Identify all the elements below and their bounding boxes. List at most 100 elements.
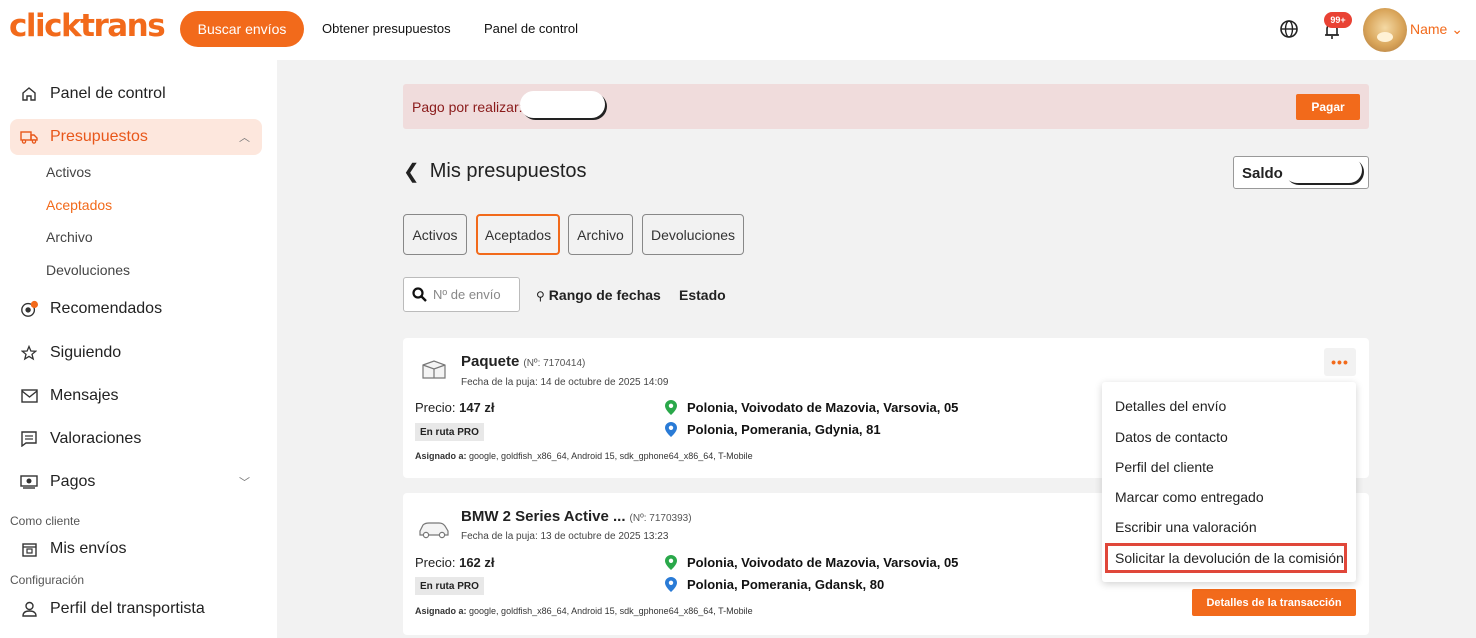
page-title: ❮ Mis presupuestos xyxy=(403,159,587,184)
assigned-label: Asignado a: xyxy=(415,451,467,461)
target-icon xyxy=(20,300,38,318)
chevron-left-icon[interactable]: ❮ xyxy=(403,159,420,184)
menu-item-client-profile[interactable]: Perfil del cliente xyxy=(1115,459,1214,475)
calendar-icon xyxy=(20,540,38,558)
redacted-balance xyxy=(1284,157,1362,183)
sidebar-item-messages[interactable]: Mensajes xyxy=(10,378,262,414)
date-range-filter[interactable]: ⚲ Rango de fechas xyxy=(536,287,661,303)
sidebar-item-dashboard[interactable]: Panel de control xyxy=(10,76,262,112)
tab-returns[interactable]: Devoluciones xyxy=(642,214,744,255)
car-icon xyxy=(419,522,449,539)
user-name-label: Name xyxy=(1410,21,1448,37)
more-options-button[interactable]: ••• xyxy=(1324,348,1356,376)
options-dropdown-menu: Detalles del envío Datos de contacto Per… xyxy=(1102,382,1356,582)
shipment-title[interactable]: BMW 2 Series Active ... (Nº: 7170393) xyxy=(461,508,692,525)
sidebar-sub-archive[interactable]: Archivo xyxy=(46,229,93,245)
bid-date: Fecha de la puja: 14 de octubre de 2025 … xyxy=(461,377,669,388)
cash-icon xyxy=(20,473,38,491)
search-shipments-button[interactable]: Buscar envíos xyxy=(180,11,304,47)
nav-dashboard[interactable]: Panel de control xyxy=(484,21,578,36)
chevron-down-icon: ﹀ xyxy=(239,477,250,489)
assigned-value: google, goldfish_x86_64, Android 15, sdk… xyxy=(469,606,753,616)
bid-date: Fecha de la puja: 13 de octubre de 2025 … xyxy=(461,531,669,542)
sidebar-sub-accepted[interactable]: Aceptados xyxy=(46,197,112,213)
assigned-value: google, goldfish_x86_64, Android 15, sdk… xyxy=(469,451,753,461)
price: Precio: 147 zł xyxy=(415,400,495,415)
package-icon xyxy=(422,360,446,379)
sidebar-item-following[interactable]: Siguiendo xyxy=(10,335,262,371)
price: Precio: 162 zł xyxy=(415,555,495,570)
sidebar-item-payments[interactable]: Pagos ﹀ xyxy=(10,464,262,500)
pin-green-icon xyxy=(665,400,677,415)
sidebar-item-label: Pagos xyxy=(50,473,96,490)
destination-location: Polonia, Pomerania, Gdynia, 81 xyxy=(665,422,881,437)
transaction-details-button[interactable]: Detalles de la transacción xyxy=(1192,589,1356,616)
tab-archive[interactable]: Archivo xyxy=(568,214,633,255)
sidebar-sub-returns[interactable]: Devoluciones xyxy=(46,262,130,278)
home-icon xyxy=(20,85,38,103)
sidebar-item-label: Recomendados xyxy=(50,300,163,317)
truck-icon xyxy=(20,128,38,146)
sidebar-item-quotes[interactable]: Presupuestos ︿ xyxy=(10,119,262,155)
avatar[interactable] xyxy=(1363,8,1407,52)
price-value: 162 zł xyxy=(459,555,495,570)
balance-box: Saldo xyxy=(1233,156,1369,189)
sidebar-item-label: Valoraciones xyxy=(50,430,142,447)
tab-accepted[interactable]: Aceptados xyxy=(476,214,560,255)
shipment-number: (Nº: 7170414) xyxy=(523,358,586,369)
pay-button[interactable]: Pagar xyxy=(1296,94,1360,120)
sidebar: Panel de control Presupuestos ︿ Activos … xyxy=(0,60,276,638)
assigned-label: Asignado a: xyxy=(415,606,467,616)
user-menu[interactable]: Name ⌄ xyxy=(1410,21,1463,38)
chevron-up-icon: ︿ xyxy=(239,132,250,144)
search-input[interactable]: Nº de envío xyxy=(433,287,501,302)
menu-item-contact-data[interactable]: Datos de contacto xyxy=(1115,429,1228,445)
nav-get-quotes[interactable]: Obtener presupuestos xyxy=(322,21,451,36)
sidebar-item-label: Siguiendo xyxy=(50,344,122,361)
sidebar-item-label: Mis envíos xyxy=(50,540,127,557)
shipment-title[interactable]: Paquete (Nº: 7170414) xyxy=(461,353,585,370)
menu-item-write-review[interactable]: Escribir una valoración xyxy=(1115,519,1257,535)
origin-text: Polonia, Voivodato de Mazovia, Varsovia,… xyxy=(687,555,959,570)
sidebar-item-recommended[interactable]: Recomendados xyxy=(10,291,262,327)
status-badge: En ruta PRO xyxy=(415,423,484,441)
globe-icon[interactable] xyxy=(1278,18,1300,40)
menu-item-shipment-details[interactable]: Detalles del envío xyxy=(1115,398,1226,414)
top-header: clicktrans Buscar envíos Obtener presupu… xyxy=(0,0,1476,60)
section-client: Como cliente xyxy=(10,514,81,528)
sidebar-item-ratings[interactable]: Valoraciones xyxy=(10,421,262,457)
tab-active[interactable]: Activos xyxy=(403,214,467,255)
assigned-to: Asignado a: google, goldfish_x86_64, And… xyxy=(415,451,753,461)
section-config: Configuración xyxy=(10,573,85,587)
price-label: Precio: xyxy=(415,555,456,570)
pin-blue-icon xyxy=(665,577,677,592)
search-icon xyxy=(412,287,427,302)
status-filter[interactable]: Estado xyxy=(679,287,726,303)
origin-text: Polonia, Voivodato de Mazovia, Varsovia,… xyxy=(687,400,959,415)
notification-badge: 99+ xyxy=(1324,12,1352,28)
sidebar-sub-active[interactable]: Activos xyxy=(46,164,91,180)
logo[interactable]: clicktrans xyxy=(9,8,166,44)
menu-item-request-commission-refund[interactable]: Solicitar la devolución de la comisión xyxy=(1115,550,1344,566)
payment-due-label: Pago por realizar: xyxy=(412,99,523,115)
sidebar-item-label: Perfil del transportista xyxy=(50,600,205,617)
assigned-to: Asignado a: google, goldfish_x86_64, And… xyxy=(415,606,753,616)
sidebar-item-label: Presupuestos xyxy=(50,128,148,145)
sidebar-item-my-shipments[interactable]: Mis envíos xyxy=(10,531,262,567)
pin-blue-icon xyxy=(665,422,677,437)
sliders-icon: ⚲ xyxy=(536,289,545,303)
shipment-title-text: Paquete xyxy=(461,353,520,370)
sidebar-item-label: Panel de control xyxy=(50,85,166,102)
user-icon xyxy=(20,600,38,618)
redacted-amount xyxy=(520,91,605,118)
mail-icon xyxy=(20,387,38,405)
shipment-number-search[interactable]: Nº de envío xyxy=(403,277,520,312)
sidebar-item-label: Mensajes xyxy=(50,387,119,404)
sidebar-item-carrier-profile[interactable]: Perfil del transportista xyxy=(10,591,262,627)
origin-location: Polonia, Voivodato de Mazovia, Varsovia,… xyxy=(665,555,958,570)
price-value: 147 zł xyxy=(459,400,495,415)
menu-item-mark-delivered[interactable]: Marcar como entregado xyxy=(1115,489,1264,505)
pin-green-icon xyxy=(665,555,677,570)
star-icon xyxy=(20,344,38,362)
balance-label: Saldo xyxy=(1242,165,1283,182)
